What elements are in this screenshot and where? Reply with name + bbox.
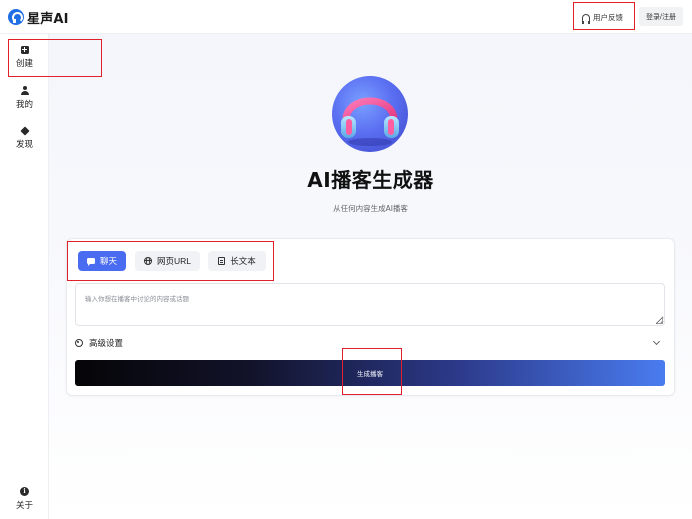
info-icon: i bbox=[20, 487, 29, 496]
tab-label: 网页URL bbox=[156, 256, 191, 266]
logo-icon bbox=[8, 9, 24, 25]
headset-icon bbox=[582, 13, 590, 24]
logo-text: 星声AI bbox=[27, 11, 69, 27]
feedback-button[interactable]: 用户反馈 bbox=[578, 8, 627, 27]
page-title: AI播客生成器 bbox=[307, 168, 434, 192]
plus-square-icon bbox=[20, 45, 29, 54]
doc-icon bbox=[218, 257, 226, 265]
tab-web-url[interactable]: 网页URL bbox=[135, 251, 200, 271]
logo[interactable]: 星声AI bbox=[8, 8, 69, 27]
tab-label: 聊天 bbox=[99, 256, 117, 266]
tab-long-text[interactable]: 长文本 bbox=[208, 251, 266, 271]
advanced-settings-label: 高级设置 bbox=[89, 339, 124, 349]
globe-icon bbox=[143, 257, 152, 265]
chevron-down-icon bbox=[652, 337, 661, 346]
gear-icon bbox=[75, 339, 83, 347]
user-icon bbox=[20, 86, 29, 95]
cube-icon bbox=[19, 125, 30, 136]
resize-handle-icon[interactable] bbox=[657, 318, 663, 324]
sidebar-item-label: 创建 bbox=[15, 59, 33, 69]
sidebar-item-about[interactable]: i 关于 bbox=[0, 487, 49, 511]
generate-podcast-button[interactable]: 生成播客 bbox=[75, 360, 665, 386]
sidebar-item-create[interactable]: 创建 bbox=[0, 45, 49, 69]
advanced-settings-toggle[interactable]: 高级设置 bbox=[75, 335, 665, 351]
sidebar-item-discover[interactable]: 发现 bbox=[0, 125, 49, 150]
sidebar-item-mine[interactable]: 我的 bbox=[0, 86, 49, 110]
tab-chat[interactable]: 聊天 bbox=[78, 251, 126, 271]
sidebar-item-label: 发现 bbox=[15, 140, 33, 150]
headphones-icon bbox=[341, 97, 399, 146]
chat-icon bbox=[86, 258, 95, 266]
page-subtitle: 从任何内容生成AI播客 bbox=[333, 204, 408, 213]
sidebar-item-label: 关于 bbox=[15, 501, 33, 511]
headphones-hero-image bbox=[332, 76, 408, 152]
sidebar-item-label: 我的 bbox=[15, 100, 33, 110]
tab-label: 长文本 bbox=[230, 256, 256, 266]
login-register-button[interactable]: 登录/注册 bbox=[639, 7, 683, 26]
top-bar: 星声AI 用户反馈 登录/注册 bbox=[0, 0, 692, 34]
topic-input[interactable] bbox=[75, 283, 665, 326]
feedback-label: 用户反馈 bbox=[593, 13, 623, 22]
